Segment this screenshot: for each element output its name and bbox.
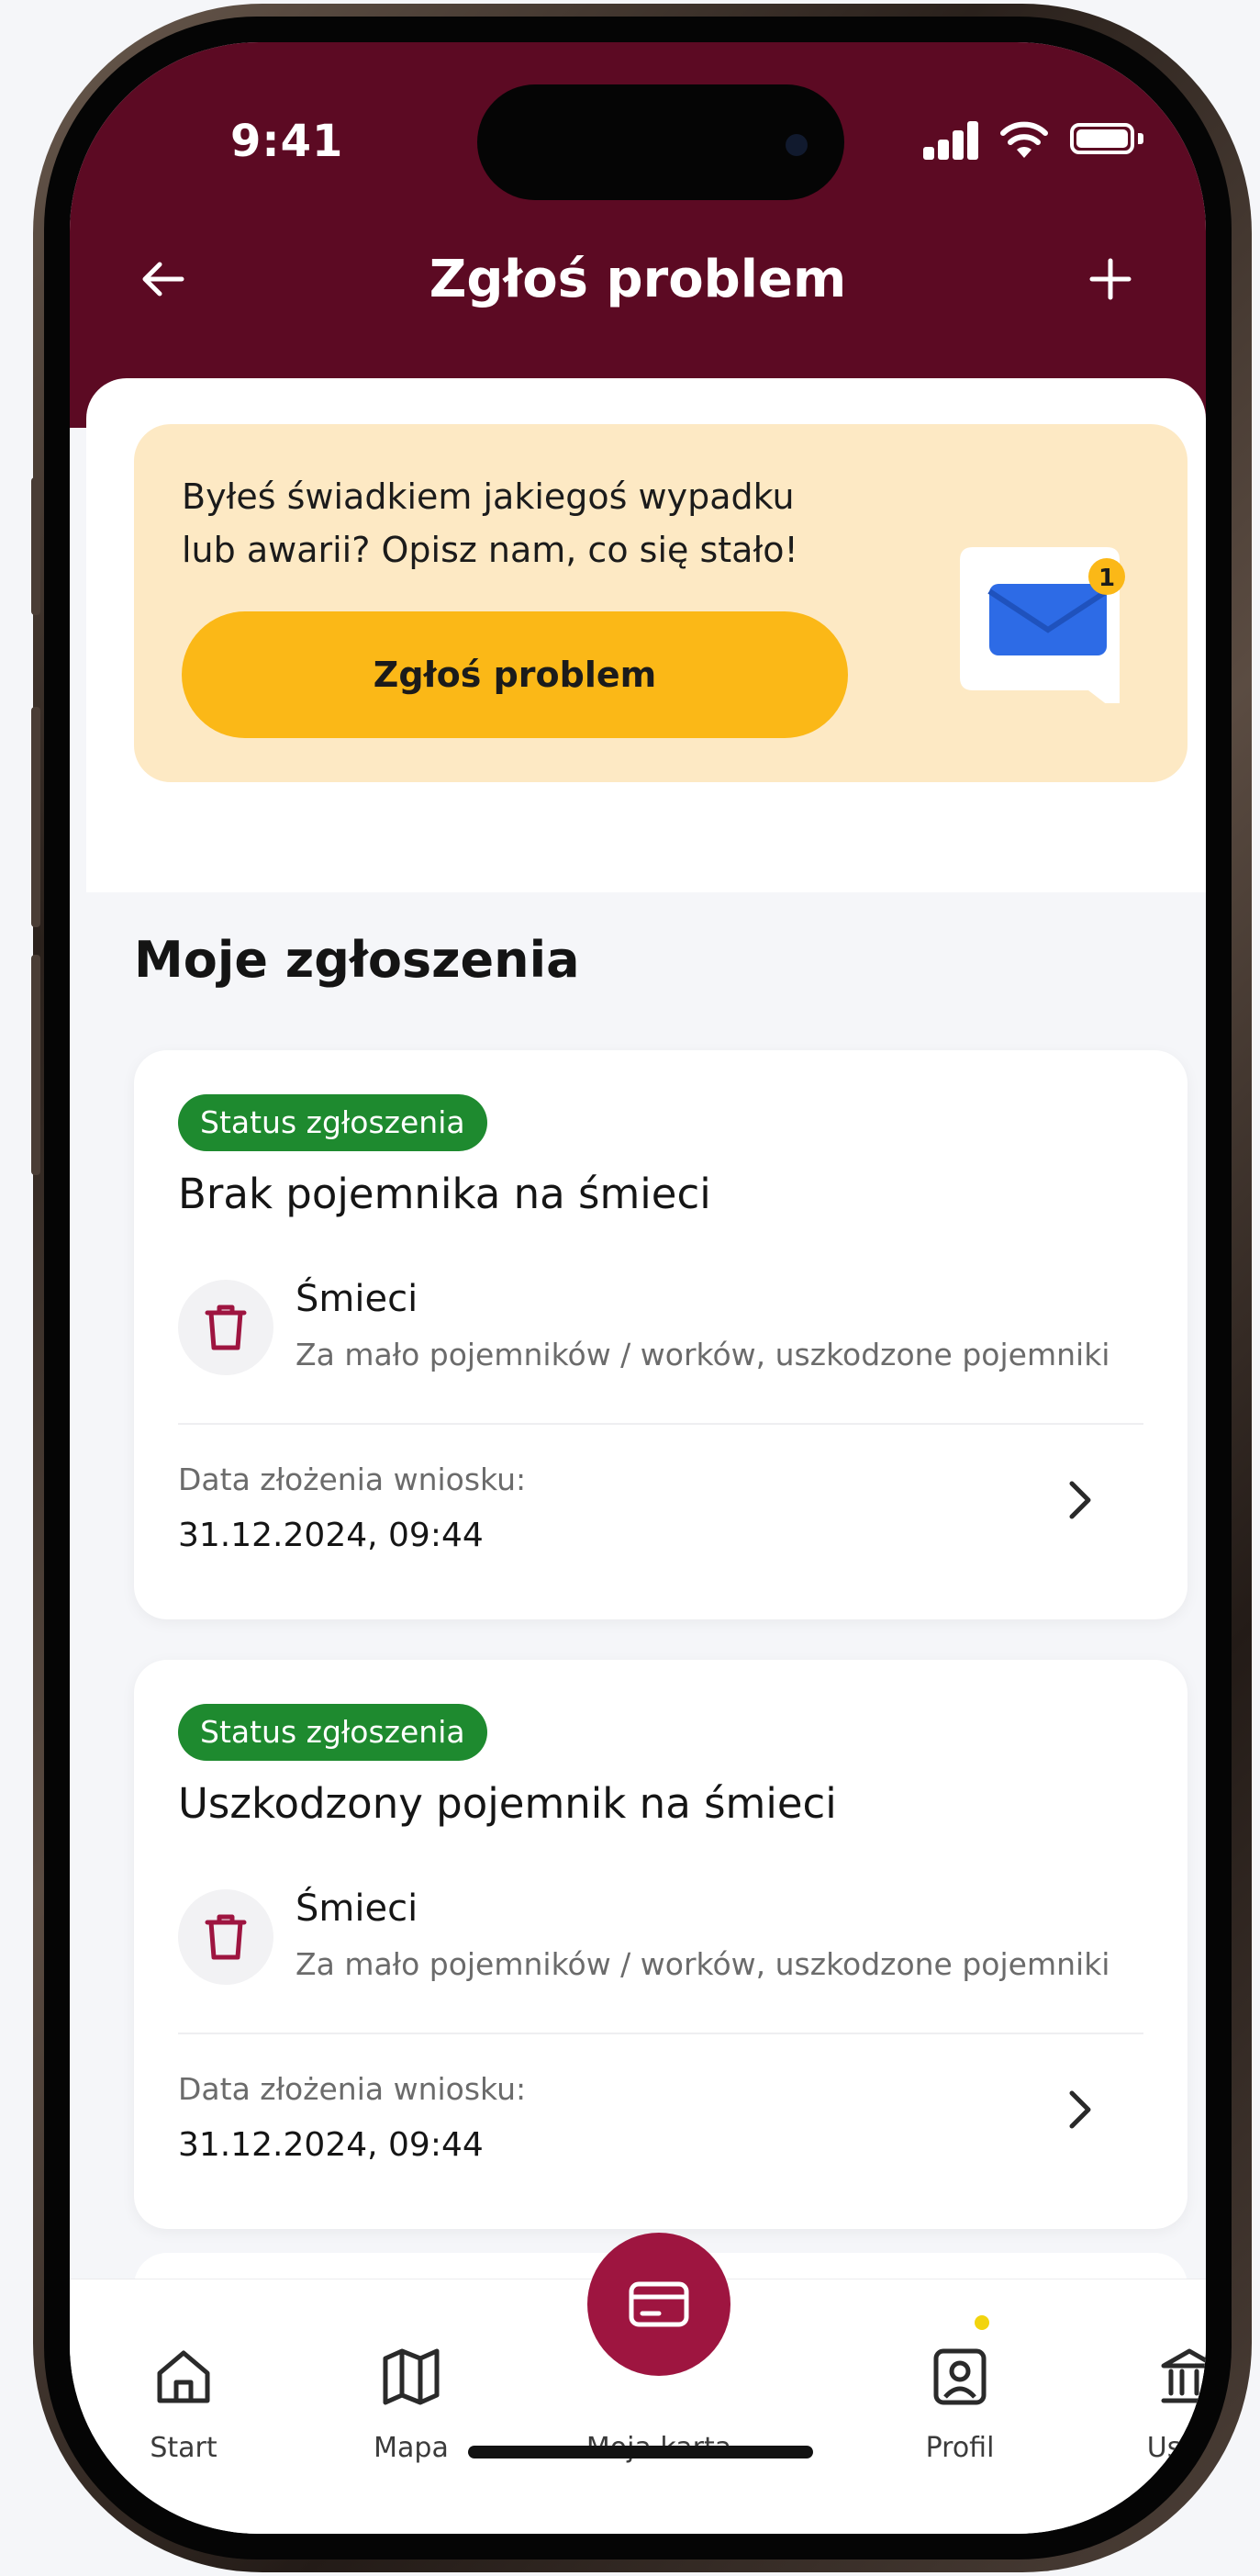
- home-indicator: [468, 2446, 813, 2458]
- phone-screen: 9:41 Zgłoś problem Byłeś świadkiem jakie…: [70, 42, 1206, 2534]
- tab-profil[interactable]: Profil: [859, 2279, 1061, 2464]
- tab-uslugi[interactable]: Usługi: [1088, 2279, 1206, 2464]
- battery-icon: [1070, 123, 1134, 154]
- phone-side-button: [31, 477, 40, 615]
- trash-icon: [205, 1914, 247, 1960]
- category-icon-container: [178, 1280, 273, 1375]
- date-label: Data złożenia wniosku:: [178, 2071, 527, 2107]
- report-card[interactable]: Status zgłoszenia Brak pojemnika na śmie…: [134, 1050, 1188, 1619]
- notification-count: 1: [1098, 565, 1115, 592]
- date-value: 31.12.2024, 09:44: [178, 2126, 484, 2164]
- envelope-icon: 1: [960, 547, 1125, 703]
- tab-start[interactable]: Start: [83, 2279, 284, 2464]
- phone-side-button: [31, 707, 40, 927]
- chevron-right-icon[interactable]: [1052, 1473, 1107, 1528]
- wifi-icon: [1000, 121, 1048, 158]
- divider: [178, 2033, 1143, 2034]
- back-arrow-icon[interactable]: [136, 252, 191, 307]
- category-name: Śmieci: [295, 1887, 418, 1930]
- report-card[interactable]: Status zgłoszenia Uszkodzony pojemnik na…: [134, 1660, 1188, 2229]
- date-value: 31.12.2024, 09:44: [178, 1517, 484, 1554]
- tab-label: Start: [150, 2432, 217, 2464]
- date-label: Data złożenia wniosku:: [178, 1462, 527, 1497]
- institution-icon: [1161, 2348, 1206, 2403]
- promo-line-2: lub awarii? Opisz nam, co się stało!: [182, 530, 798, 570]
- my-card-button[interactable]: [587, 2233, 730, 2376]
- tab-mapa[interactable]: Mapa: [310, 2279, 512, 2464]
- profile-notification-dot: [975, 2315, 989, 2330]
- profile-icon: [933, 2348, 987, 2405]
- divider: [178, 1423, 1143, 1425]
- page-title: Zgłoś problem: [429, 250, 847, 309]
- tab-label: Usługi: [1146, 2432, 1206, 2464]
- category-description: Za mało pojemników / worków, uszkodzone …: [295, 1337, 1110, 1372]
- promo-line-1: Byłeś świadkiem jakiegoś wypadku: [182, 476, 795, 517]
- camera-icon: [786, 134, 808, 156]
- report-title: Brak pojemnika na śmieci: [178, 1170, 711, 1218]
- signal-icon: [923, 121, 980, 160]
- home-icon: [157, 2350, 210, 2403]
- category-icon-container: [178, 1889, 273, 1985]
- plus-icon[interactable]: [1083, 252, 1138, 307]
- phone-side-button: [31, 955, 40, 1175]
- status-time: 9:41: [230, 116, 344, 167]
- category-description: Za mało pojemników / worków, uszkodzone …: [295, 1946, 1110, 1982]
- trash-icon: [205, 1305, 247, 1350]
- promo-text: Byłeś świadkiem jakiegoś wypadku lub awa…: [182, 470, 842, 577]
- report-title: Uszkodzony pojemnik na śmieci: [178, 1779, 837, 1828]
- status-badge: Status zgłoszenia: [178, 1094, 487, 1151]
- status-badge: Status zgłoszenia: [178, 1704, 487, 1761]
- card-icon: [629, 2281, 689, 2327]
- tab-label: Profil: [925, 2432, 995, 2464]
- map-icon: [383, 2348, 440, 2405]
- category-name: Śmieci: [295, 1278, 418, 1320]
- chevron-right-icon[interactable]: [1052, 2082, 1107, 2137]
- battery-tip: [1138, 133, 1143, 144]
- section-title: Moje zgłoszenia: [134, 931, 580, 989]
- report-problem-button[interactable]: Zgłoś problem: [182, 611, 848, 738]
